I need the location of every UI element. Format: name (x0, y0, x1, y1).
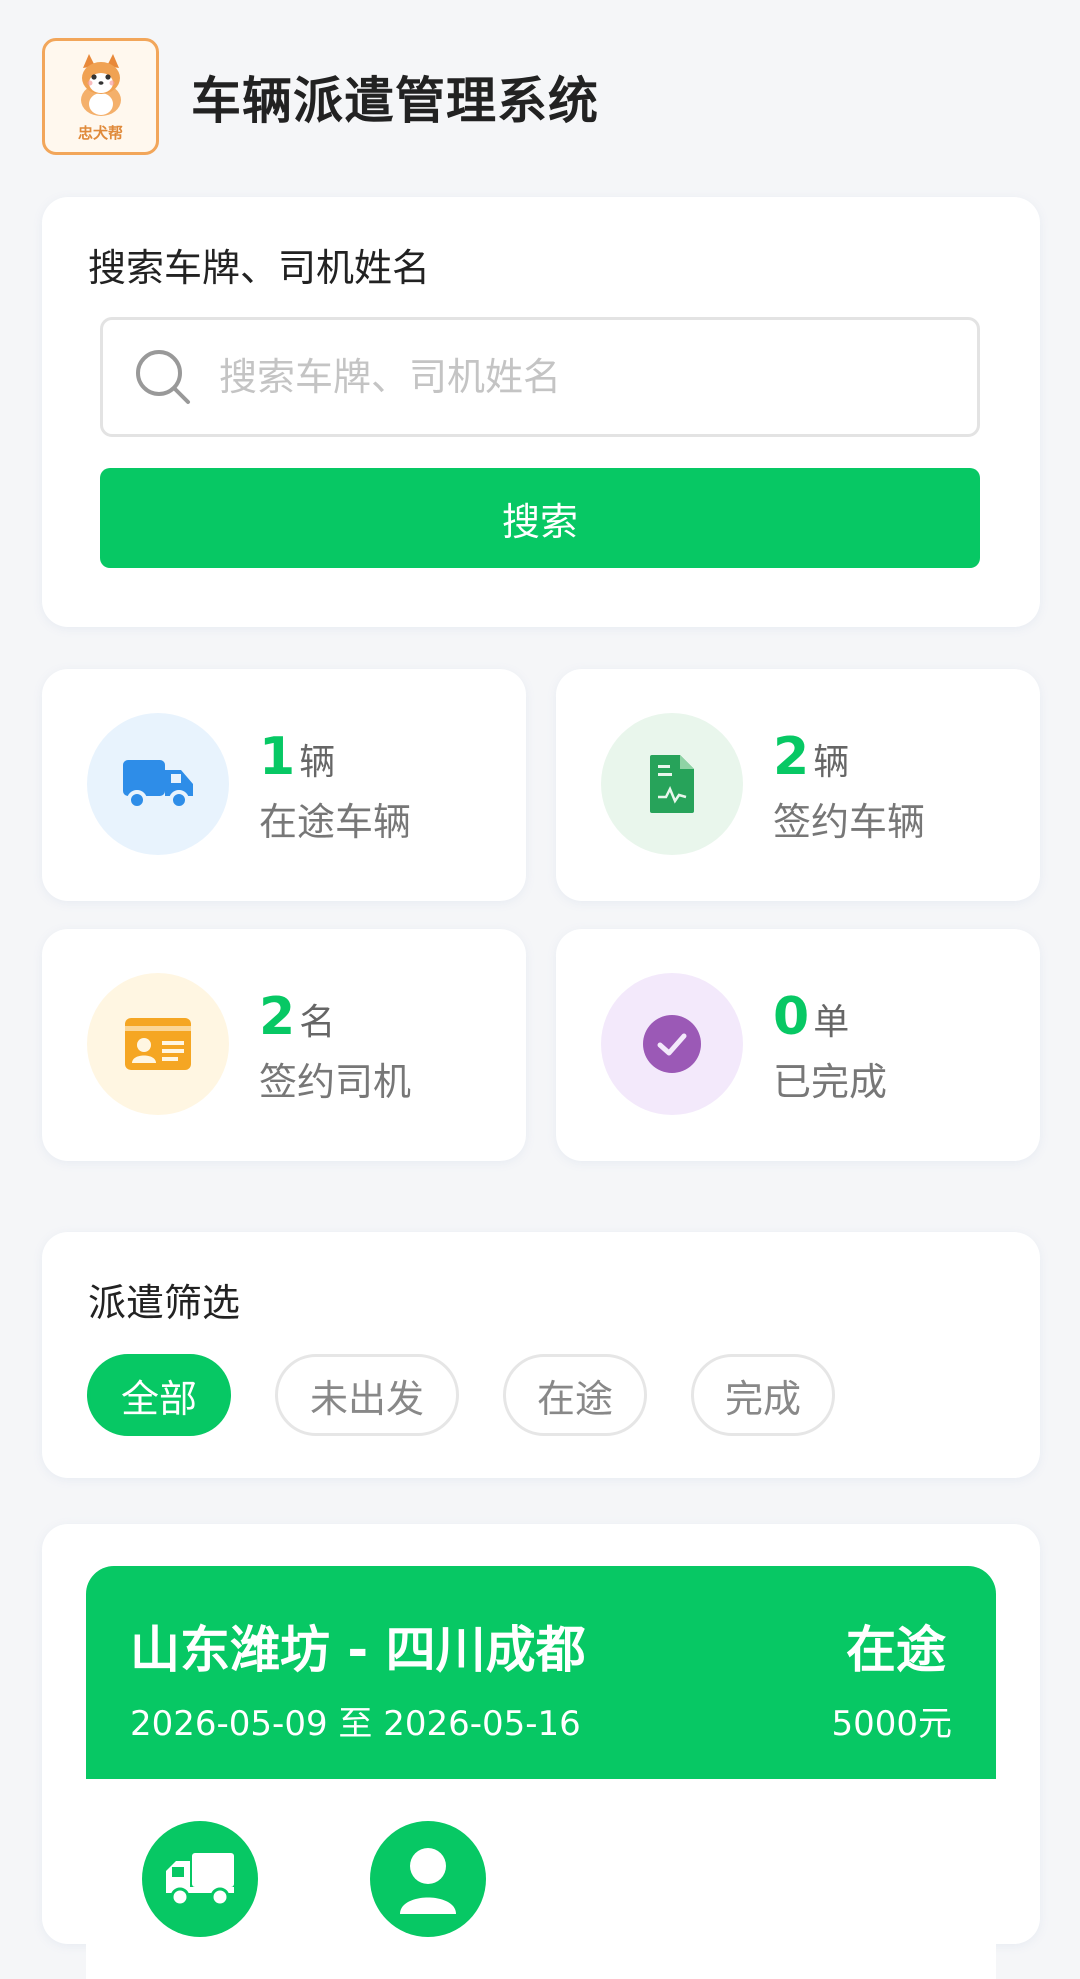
filter-chip-in-transit[interactable]: 在途 (503, 1354, 647, 1436)
stat-label: 在途车辆 (259, 800, 412, 844)
dispatch-price: 5000元 (831, 1704, 952, 1744)
search-card: 搜索车牌、司机姓名 搜索 (42, 197, 1040, 627)
dispatch-route: 山东潍坊 - 四川成都 (130, 1621, 586, 1679)
search-label: 搜索车牌、司机姓名 (88, 246, 431, 290)
dispatch-list-card: 山东潍坊 - 四川成都 2026-05-09 至 2026-05-16 在途 5… (42, 1524, 1040, 1979)
stat-card-completed[interactable]: 0单 已完成 (556, 929, 1040, 1161)
stat-text: 2辆 签约车辆 (773, 727, 925, 846)
stat-number: 2 (259, 987, 296, 1047)
filter-chip-all[interactable]: 全部 (87, 1354, 231, 1436)
stat-label: 签约车辆 (773, 800, 926, 844)
filter-chips: 全部 未出发 在途 完成 (87, 1354, 879, 1436)
filter-chip-not-departed[interactable]: 未出发 (275, 1354, 459, 1436)
dispatch-filter-card: 派遣筛选 全部 未出发 在途 完成 (42, 1232, 1040, 1478)
search-button[interactable]: 搜索 (100, 468, 980, 568)
stat-number: 0 (773, 987, 810, 1047)
dispatch-body (86, 1779, 996, 1979)
stat-unit: 辆 (813, 742, 850, 783)
id-card-icon (125, 1018, 191, 1070)
stat-text: 1辆 在途车辆 (259, 727, 411, 846)
logo-text: 忠犬帮 (77, 124, 123, 142)
search-box[interactable] (100, 317, 980, 437)
stat-unit: 单 (813, 1002, 850, 1043)
stat-text: 2名 签约司机 (259, 987, 411, 1106)
stat-unit: 名 (299, 1002, 336, 1043)
stat-icon-bg (87, 713, 229, 855)
stat-icon-bg (87, 973, 229, 1115)
filter-title: 派遣筛选 (88, 1281, 241, 1325)
user-icon (400, 1848, 456, 1914)
page-title: 车辆派遣管理系统 (191, 71, 599, 130)
stat-card-contract-drivers[interactable]: 2名 签约司机 (42, 929, 526, 1161)
shiba-dog-icon (80, 54, 121, 116)
stat-unit: 辆 (299, 742, 336, 783)
stat-number: 2 (773, 727, 810, 787)
stat-icon-bg (601, 973, 743, 1115)
check-circle-icon (643, 1015, 701, 1073)
dispatch-item[interactable]: 山东潍坊 - 四川成都 2026-05-09 至 2026-05-16 在途 5… (86, 1566, 996, 1979)
dispatch-status: 在途 (846, 1621, 946, 1679)
stat-label: 签约司机 (259, 1060, 412, 1104)
stat-label: 已完成 (773, 1060, 888, 1104)
truck-icon (123, 760, 193, 810)
contract-icon (650, 755, 694, 813)
app-header: 忠犬帮 车辆派遣管理系统 (42, 38, 599, 155)
stat-icon-bg (601, 713, 743, 855)
app-logo: 忠犬帮 (42, 38, 159, 155)
filter-chip-completed[interactable]: 完成 (691, 1354, 835, 1436)
stat-card-contract-vehicles[interactable]: 2辆 签约车辆 (556, 669, 1040, 901)
search-icon (136, 350, 190, 404)
search-input[interactable] (217, 354, 937, 400)
stat-text: 0单 已完成 (773, 987, 887, 1106)
stat-card-in-transit[interactable]: 1辆 在途车辆 (42, 669, 526, 901)
stat-number: 1 (259, 727, 296, 787)
dispatch-header: 山东潍坊 - 四川成都 2026-05-09 至 2026-05-16 在途 5… (86, 1566, 996, 1779)
truck-icon (166, 1853, 234, 1907)
dispatch-dates: 2026-05-09 至 2026-05-16 (130, 1704, 581, 1744)
